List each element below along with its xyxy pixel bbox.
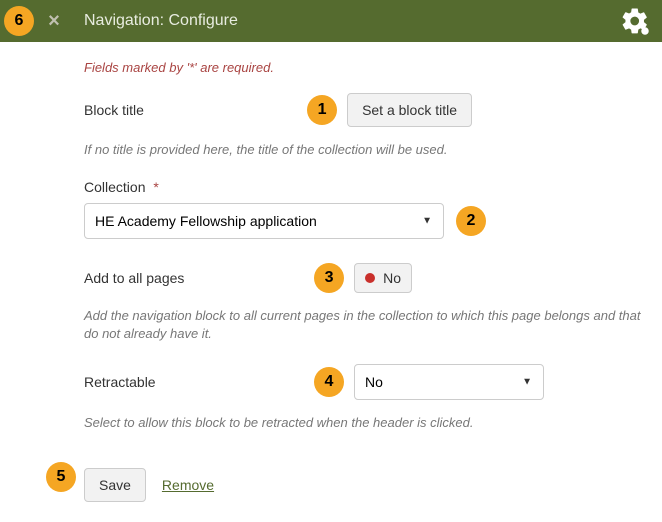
annotation-marker-6: 6 [4, 6, 34, 36]
save-button[interactable]: Save [84, 468, 146, 502]
retractable-label: Retractable [84, 374, 156, 390]
collection-select[interactable]: HE Academy Fellowship application [84, 203, 444, 239]
toggle-off-dot-icon [365, 273, 375, 283]
annotation-marker-2: 2 [456, 206, 486, 236]
required-star-icon: * [153, 179, 158, 195]
set-block-title-button[interactable]: Set a block title [347, 93, 472, 127]
dialog-title: Navigation: Configure [72, 12, 238, 30]
add-all-toggle-value: No [383, 270, 401, 286]
settings-gear-icon[interactable] [620, 6, 650, 36]
add-all-toggle[interactable]: No [354, 263, 412, 293]
annotation-marker-1: 1 [307, 95, 337, 125]
retractable-select[interactable]: No [354, 364, 544, 400]
annotation-marker-3: 3 [314, 263, 344, 293]
retractable-row: Retractable 4 No [84, 364, 662, 400]
add-all-help: Add the navigation block to all current … [84, 307, 644, 343]
close-button-wrap: × [36, 0, 72, 42]
close-icon[interactable]: × [48, 10, 60, 33]
annotation-marker-4: 4 [314, 367, 344, 397]
add-all-row: Add to all pages 3 No [84, 263, 662, 293]
dialog-body: Fields marked by '*' are required. Block… [0, 42, 662, 456]
dialog-footer: 5 Save Remove [0, 456, 662, 522]
remove-link[interactable]: Remove [162, 477, 214, 493]
collection-row: HE Academy Fellowship application 2 [84, 203, 662, 239]
required-fields-note: Fields marked by '*' are required. [84, 60, 662, 75]
annotation-marker-5: 5 [46, 462, 76, 492]
collection-label: Collection [84, 179, 145, 195]
block-title-help: If no title is provided here, the title … [84, 141, 644, 159]
block-title-label: Block title [84, 102, 144, 118]
add-all-label: Add to all pages [84, 270, 184, 286]
dialog-header: 6 × Navigation: Configure [0, 0, 662, 42]
block-title-row: Block title 1 Set a block title [84, 93, 662, 127]
retractable-help: Select to allow this block to be retract… [84, 414, 644, 432]
